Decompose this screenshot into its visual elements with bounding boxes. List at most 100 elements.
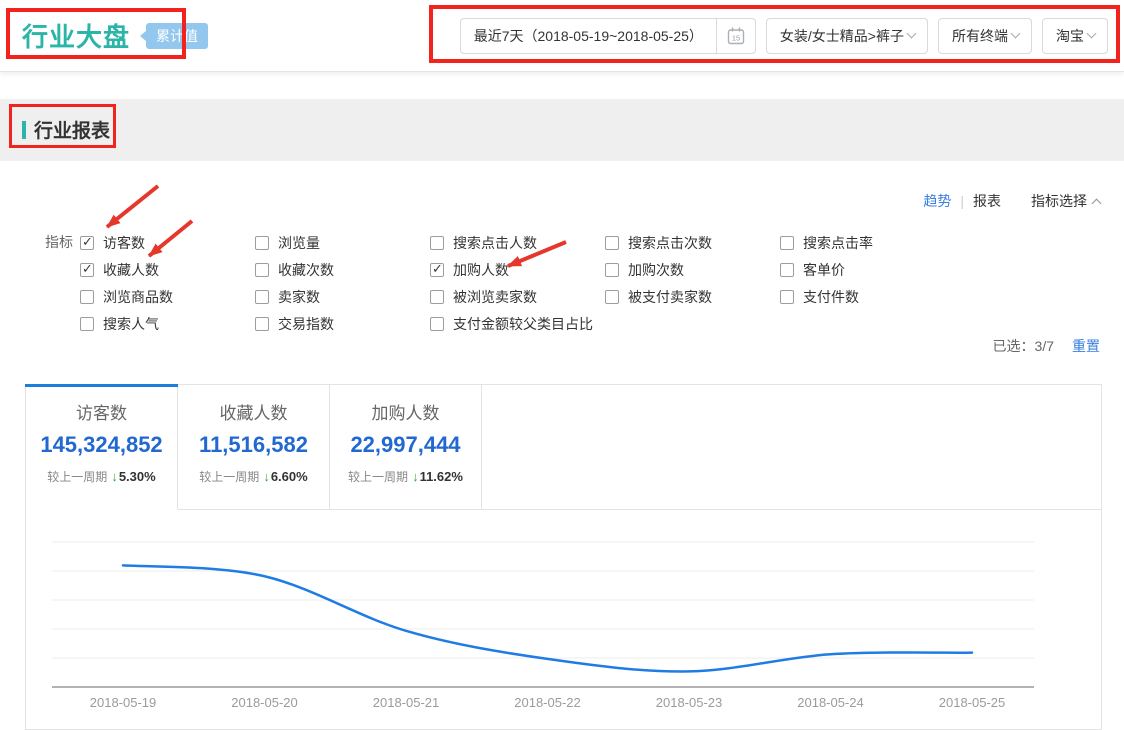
metric-title: 访客数 [26, 402, 177, 426]
metric-compare: 较上一周期↓11.62% [330, 468, 481, 485]
indicator-checkbox-search-click-times[interactable]: 搜索点击次数 [605, 229, 780, 256]
checkbox-label[interactable]: 访客数 [103, 233, 145, 253]
indicator-checkbox-search-click-users[interactable]: 搜索点击人数 [430, 229, 605, 256]
terminal-value: 所有终端 [939, 26, 1010, 46]
section-tick-bar [22, 121, 26, 139]
checkbox-icon[interactable] [255, 263, 269, 277]
checkbox-icon[interactable] [80, 263, 94, 277]
indicator-column-2: 浏览量 收藏次数 卖家数 交易指数 [255, 229, 430, 337]
indicator-checkbox-search-popularity[interactable]: 搜索人气 [80, 310, 255, 337]
svg-text:15: 15 [732, 33, 740, 42]
checkbox-icon[interactable] [605, 290, 619, 304]
down-arrow-icon: ↓ [111, 469, 118, 484]
indicator-checkbox-browsed-items[interactable]: 浏览商品数 [80, 283, 255, 310]
reset-button[interactable]: 重置 [1072, 336, 1100, 356]
checkbox-icon[interactable] [605, 263, 619, 277]
checkbox-label[interactable]: 浏览商品数 [103, 287, 173, 307]
indicator-checkbox-search-click-rate[interactable]: 搜索点击率 [780, 229, 955, 256]
checkbox-icon[interactable] [430, 263, 444, 277]
platform-selector[interactable]: 淘宝 [1042, 18, 1108, 54]
date-range-selector[interactable]: 最近7天（2018-05-19~2018-05-25） 15 [460, 18, 756, 54]
svg-text:2018-05-22: 2018-05-22 [514, 695, 581, 710]
category-value: 女装/女士精品>裤子 [767, 26, 906, 46]
indicator-checkbox-browsed-sellers[interactable]: 被浏览卖家数 [430, 283, 605, 310]
checkbox-icon[interactable] [80, 236, 94, 250]
indicator-checkbox-pageviews[interactable]: 浏览量 [255, 229, 430, 256]
indicator-checkbox-payment-share[interactable]: 支付金额较父类目占比 [430, 310, 605, 337]
checkbox-icon[interactable] [780, 263, 794, 277]
change-percent: 5.30% [119, 469, 156, 484]
indicator-checkbox-favorites[interactable]: 收藏人数 [80, 256, 255, 283]
terminal-selector[interactable]: 所有终端 [938, 18, 1032, 54]
indicator-select-label: 指标选择 [1031, 191, 1087, 211]
checkbox-label[interactable]: 搜索人气 [103, 314, 159, 334]
indicator-checkbox-visitors[interactable]: 访客数 [80, 229, 255, 256]
checkbox-label[interactable]: 交易指数 [278, 314, 334, 334]
checkbox-label[interactable]: 支付件数 [803, 287, 859, 307]
indicator-checkbox-paid-sellers[interactable]: 被支付卖家数 [605, 283, 780, 310]
metric-tab-favorites[interactable]: 收藏人数 11,516,582 较上一周期↓6.60% [178, 385, 330, 510]
checkbox-label[interactable]: 收藏次数 [278, 260, 334, 280]
indicator-checkbox-cart-times[interactable]: 加购次数 [605, 256, 780, 283]
checkbox-icon[interactable] [780, 236, 794, 250]
cumulative-value-badge: 累计值 [146, 23, 208, 49]
indicator-grid: 指标 访客数 收藏人数 浏览商品数 搜索人气 浏览量 收藏次数 [45, 229, 955, 337]
metric-title: 收藏人数 [178, 402, 329, 426]
checkbox-label[interactable]: 收藏人数 [103, 260, 159, 280]
checkbox-icon[interactable] [780, 290, 794, 304]
checkbox-icon[interactable] [430, 236, 444, 250]
checkbox-label[interactable]: 搜索点击率 [803, 233, 873, 253]
checkbox-label[interactable]: 搜索点击人数 [453, 233, 537, 253]
svg-text:2018-05-25: 2018-05-25 [939, 695, 1006, 710]
indicator-checkbox-trade-index[interactable]: 交易指数 [255, 310, 430, 337]
trend-chart-svg: 2018-05-192018-05-202018-05-212018-05-22… [26, 510, 1101, 729]
indicator-checkbox-cart-users[interactable]: 加购人数 [430, 256, 605, 283]
svg-text:2018-05-20: 2018-05-20 [231, 695, 298, 710]
checkbox-label[interactable]: 客单价 [803, 260, 845, 280]
checkbox-icon[interactable] [255, 236, 269, 250]
compare-label: 较上一周期 [199, 470, 259, 484]
checkbox-label[interactable]: 加购次数 [628, 260, 684, 280]
metric-compare: 较上一周期↓5.30% [26, 468, 177, 485]
checkbox-icon[interactable] [255, 290, 269, 304]
checkbox-label[interactable]: 卖家数 [278, 287, 320, 307]
chevron-down-icon [1087, 29, 1097, 39]
checkbox-label[interactable]: 加购人数 [453, 260, 509, 280]
indicator-checkbox-sellers[interactable]: 卖家数 [255, 283, 430, 310]
indicator-checkbox-favorite-times[interactable]: 收藏次数 [255, 256, 430, 283]
checkbox-icon[interactable] [255, 317, 269, 331]
metric-tab-visitors[interactable]: 访客数 145,324,852 较上一周期↓5.30% [26, 385, 178, 510]
section-title-text: 行业报表 [34, 116, 110, 143]
selected-count: 已选：3/7 [993, 336, 1054, 356]
checkbox-label[interactable]: 被浏览卖家数 [453, 287, 537, 307]
date-range-value: 最近7天（2018-05-19~2018-05-25） [461, 26, 716, 46]
category-selector[interactable]: 女装/女士精品>裤子 [766, 18, 928, 54]
tab-report[interactable]: 报表 [973, 191, 1001, 211]
chevron-down-icon [907, 29, 917, 39]
section-title: 行业报表 [22, 116, 110, 143]
section-band: 行业报表 [0, 99, 1124, 161]
chevron-up-icon [1092, 198, 1102, 208]
filter-bar: 最近7天（2018-05-19~2018-05-25） 15 女装/女士精品>裤… [460, 18, 1108, 54]
checkbox-label[interactable]: 浏览量 [278, 233, 320, 253]
indicator-checkbox-paid-items[interactable]: 支付件数 [780, 283, 955, 310]
indicator-select-toggle[interactable]: 指标选择 [1031, 191, 1100, 211]
metric-tabs: 访客数 145,324,852 较上一周期↓5.30% 收藏人数 11,516,… [26, 385, 1101, 510]
checkbox-label[interactable]: 搜索点击次数 [628, 233, 712, 253]
svg-text:2018-05-23: 2018-05-23 [656, 695, 723, 710]
indicator-checkbox-avg-order-value[interactable]: 客单价 [780, 256, 955, 283]
tabs-row-filler [482, 385, 1101, 510]
checkbox-icon[interactable] [605, 236, 619, 250]
calendar-button[interactable]: 15 [716, 18, 755, 54]
metric-value: 145,324,852 [26, 432, 177, 458]
platform-value: 淘宝 [1043, 26, 1086, 46]
checkbox-icon[interactable] [80, 290, 94, 304]
checkbox-icon[interactable] [430, 290, 444, 304]
metric-tab-cart-users[interactable]: 加购人数 22,997,444 较上一周期↓11.62% [330, 385, 482, 510]
down-arrow-icon: ↓ [412, 469, 419, 484]
tab-trend[interactable]: 趋势 [923, 191, 951, 211]
checkbox-label[interactable]: 支付金额较父类目占比 [453, 314, 593, 334]
checkbox-icon[interactable] [80, 317, 94, 331]
checkbox-icon[interactable] [430, 317, 444, 331]
checkbox-label[interactable]: 被支付卖家数 [628, 287, 712, 307]
